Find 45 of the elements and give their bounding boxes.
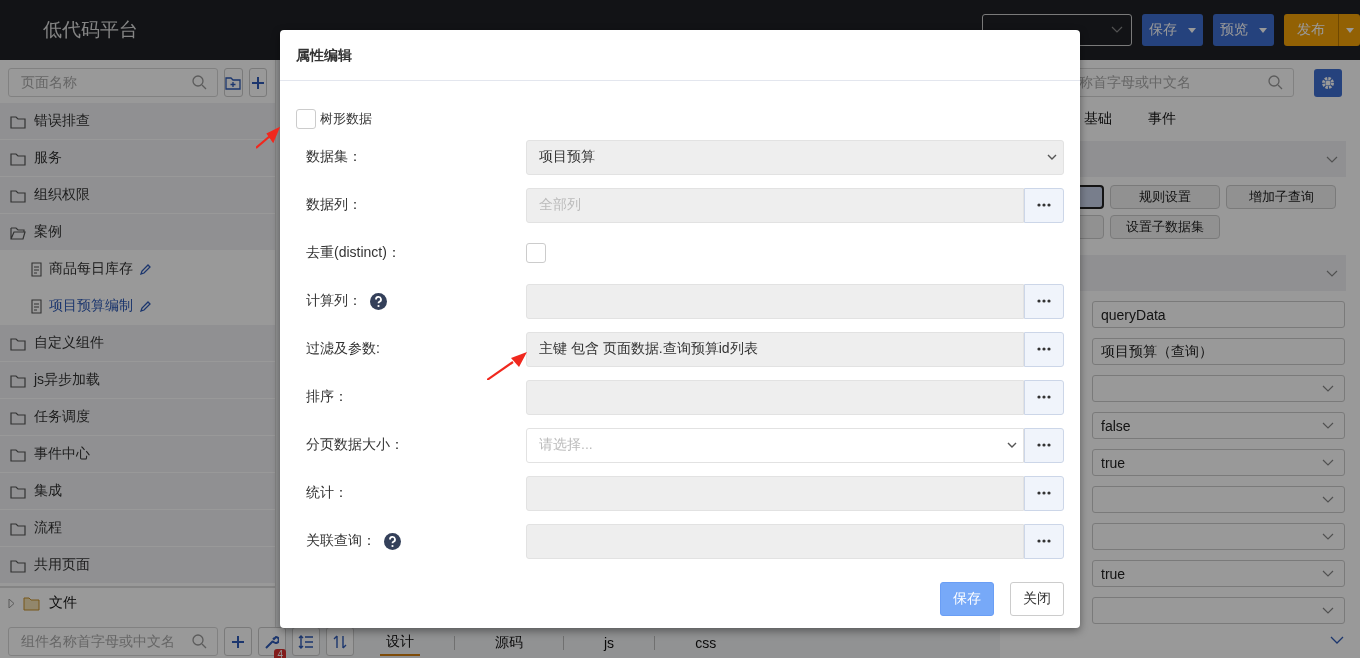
tree-item[interactable]: 错误排查 — [0, 103, 275, 140]
field-label: 去重(distinct)： — [306, 244, 401, 262]
panel-tab[interactable]: 基础 — [1084, 109, 1112, 129]
app-title: 低代码平台 — [43, 18, 139, 42]
editor-tab[interactable]: 设计 — [380, 630, 420, 656]
toolbar-button[interactable]: 保存 — [1142, 14, 1181, 46]
checkbox-label: 树形数据 — [320, 110, 372, 128]
input-field[interactable]: 主键 包含 页面数据.查询预算id列表 — [526, 331, 1024, 367]
select-field[interactable]: 项目预算 — [526, 139, 1064, 175]
panel-button[interactable]: 规则设置 — [1110, 185, 1220, 209]
tree-item[interactable]: 案例 — [0, 214, 275, 251]
editor-tab[interactable]: css — [689, 632, 723, 654]
toolbar-button[interactable]: 预览 — [1213, 14, 1252, 46]
field-label: 数据集： — [306, 148, 362, 166]
tree-item[interactable]: 组织权限 — [0, 177, 275, 214]
tree-item[interactable]: 共用页面 — [0, 547, 275, 584]
field-label: 关联查询： — [306, 532, 376, 550]
field-label: 过滤及参数: — [306, 340, 380, 358]
select-field[interactable]: true — [1092, 449, 1345, 476]
close-button[interactable]: 关闭 — [1010, 582, 1064, 616]
editor-tab[interactable]: 源码 — [489, 631, 529, 655]
tree-item[interactable]: 集成 — [0, 473, 275, 510]
dialog-title: 属性编辑 — [280, 30, 1080, 81]
editor-tab[interactable]: js — [598, 632, 621, 654]
field-label: 统计： — [306, 484, 348, 502]
tree-item[interactable]: 自定义组件 — [0, 325, 275, 362]
input-field[interactable]: queryData — [1092, 301, 1345, 328]
tree-item[interactable]: 服务 — [0, 140, 275, 177]
select-field[interactable]: false — [1092, 412, 1345, 439]
panel-button[interactable]: 设置子数据集 — [1110, 215, 1220, 239]
panel-tab[interactable]: 事件 — [1148, 109, 1176, 129]
panel-button[interactable]: 增加子查询 — [1226, 185, 1336, 209]
tree-item[interactable]: 任务调度 — [0, 399, 275, 436]
wrench-button[interactable]: 4 — [258, 627, 286, 656]
tree-item[interactable]: 流程 — [0, 510, 275, 547]
field-label: 排序： — [306, 388, 348, 406]
count-badge: 4 — [274, 649, 286, 658]
field-label: 分页数据大小： — [306, 436, 404, 454]
field-label: 数据列： — [306, 196, 362, 214]
input-field[interactable]: 项目预算（查询） — [1092, 338, 1345, 365]
tree-item[interactable]: js异步加载 — [0, 362, 275, 399]
tree-item[interactable]: 文件 — [0, 586, 275, 618]
field-label: 计算列： — [306, 292, 362, 310]
tree-item[interactable]: 事件中心 — [0, 436, 275, 473]
select-field[interactable]: true — [1092, 560, 1345, 587]
